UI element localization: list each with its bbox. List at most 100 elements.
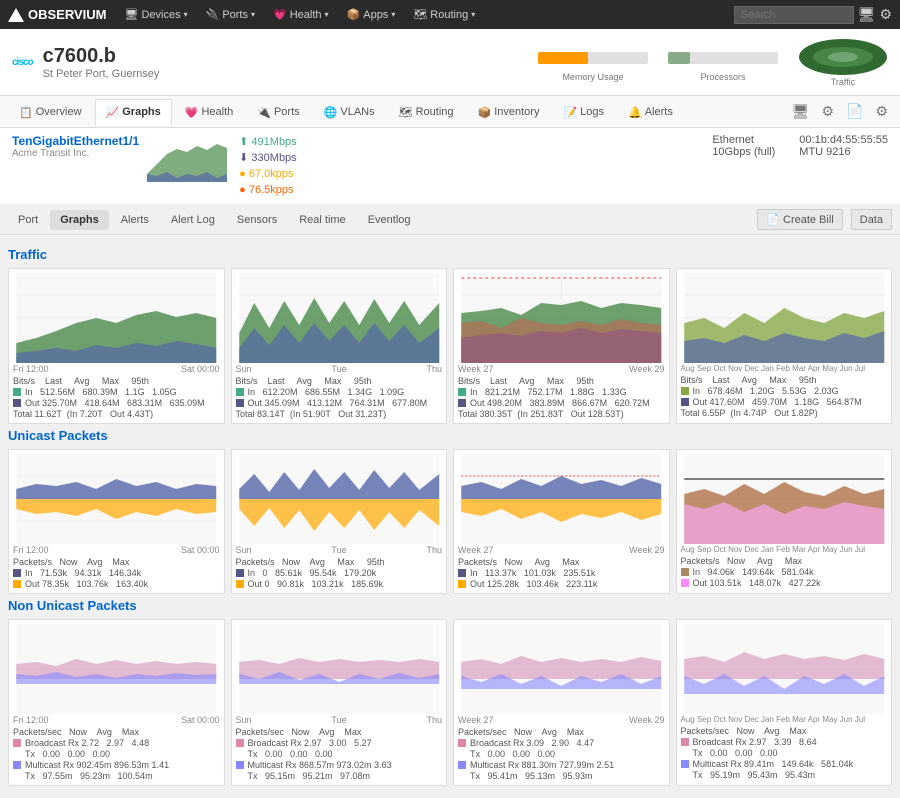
nonunicast-graph-1w — [236, 624, 443, 714]
traffic-graph-1mo — [458, 273, 665, 363]
apps-icon: 📦 — [347, 8, 361, 21]
unicast-chart-1y: Aug Sep Oct Nov Dec Jan Feb Mar Apr May … — [676, 449, 893, 594]
device-metrics: Memory Usage Processors Traffic — [538, 37, 888, 87]
create-bill-button[interactable]: 📄 Create Bill — [757, 209, 843, 230]
traffic-chart-1w: Sun Tue Thu Bits/s Last Avg Max 95th In … — [231, 268, 448, 424]
tab-alerts[interactable]: Alerts — [111, 210, 159, 230]
device-name: c7600.b — [43, 45, 160, 68]
cisco-logo-text: cisco — [12, 57, 33, 68]
nonunicast-chart-1y: Aug Sep Oct Nov Dec Jan Feb Mar Apr May … — [676, 619, 893, 786]
health-nav-icon: 💗 — [185, 106, 199, 119]
traffic-stats-1w: Bits/s Last Avg Max 95th In 612.20M 686.… — [236, 376, 443, 419]
processor-widget: Processors — [668, 42, 778, 82]
port-tabs: Port Graphs Alerts Alert Log Sensors Rea… — [0, 205, 900, 235]
tab-sensors[interactable]: Sensors — [227, 210, 287, 230]
speed-out: ⬇ 330Mbps — [239, 150, 297, 166]
tab-port[interactable]: Port — [8, 210, 48, 230]
subnav-ports[interactable]: 🔌 Ports — [246, 99, 310, 125]
tab-eventlog[interactable]: Eventlog — [358, 210, 421, 230]
devices-icon: 🖥 — [125, 8, 139, 21]
nav-devices[interactable]: 🖥 Devices ▾ — [117, 4, 196, 25]
port-info: TenGigabitEthernet1/1 Acme Transit Inc. — [12, 134, 139, 159]
subnav-icon3[interactable]: 📄 — [842, 101, 867, 122]
subnav-alerts[interactable]: 🔔 Alerts — [617, 99, 684, 125]
subnav-health[interactable]: 💗 Health — [174, 99, 245, 125]
traffic-graph-1y — [681, 273, 888, 363]
tab-realtime[interactable]: Real time — [289, 210, 355, 230]
nonunicast-chart-1w: SunTueThu Packets/sec Now Avg Max Broadc… — [231, 619, 448, 786]
subnav-icon4[interactable]: ⚙ — [871, 101, 892, 122]
traffic-stats-1y: Bits/s Last Avg Max 95th In 678.46M 1.20… — [681, 375, 888, 418]
subnav-logs[interactable]: 📝 Logs — [552, 99, 615, 125]
nav-health[interactable]: 💗 Health ▾ — [265, 4, 337, 25]
traffic-mini-graph — [798, 37, 888, 77]
subnav-icon1[interactable]: 🖥 — [788, 101, 814, 122]
port-header: TenGigabitEthernet1/1 Acme Transit Inc. … — [0, 128, 900, 205]
port-details: Ethernet 10Gbps (full) 00:1b:d4:55:55:55… — [712, 134, 888, 158]
speed-err1: ● 67.0kpps — [239, 166, 297, 182]
processor-label: Processors — [668, 72, 778, 82]
alerts-icon: 🔔 — [628, 106, 642, 119]
subnav-routing[interactable]: 🗺 Routing — [388, 99, 465, 125]
unicast-charts-row: Fri 12:00 Sat 00:00 Packets/s Now Avg Ma… — [8, 449, 892, 594]
search-input[interactable] — [734, 6, 854, 24]
vlans-icon: 🌐 — [324, 106, 338, 119]
port-speeds: ⬆ 491Mbps ⬇ 330Mbps ● 67.0kpps ● 76.5kpp… — [239, 134, 297, 198]
nonunicast-section-title: Non Unicast Packets — [8, 598, 892, 613]
inventory-icon: 📦 — [478, 106, 492, 119]
nav-ports[interactable]: 🔌 Ports ▾ — [198, 4, 263, 25]
logs-icon: 📝 — [563, 106, 577, 119]
tab-graphs[interactable]: Graphs — [50, 210, 109, 230]
traffic-chart-2d: Fri 12:00 Sat 00:00 Bits/s Last Avg Max … — [8, 268, 225, 424]
chart-time-1w: Sun Tue Thu — [236, 364, 443, 374]
memory-graph — [538, 42, 648, 72]
traffic-charts-row: Fri 12:00 Sat 00:00 Bits/s Last Avg Max … — [8, 268, 892, 424]
overview-icon: 📋 — [19, 106, 33, 119]
nonunicast-graph-2d — [13, 624, 220, 714]
unicast-graph-1y — [681, 454, 888, 544]
nonunicast-chart-2d: Fri 12:00Sat 00:00 Packets/sec Now Avg M… — [8, 619, 225, 786]
traffic-section-title: Traffic — [8, 247, 892, 262]
traffic-stats-1mo: Bits/s Last Avg Max 95th In 821.21M 752.… — [458, 376, 665, 419]
traffic-graph-1w — [236, 273, 443, 363]
unicast-chart-2d: Fri 12:00 Sat 00:00 Packets/s Now Avg Ma… — [8, 449, 225, 594]
chevron-down-icon: ▾ — [391, 10, 395, 19]
cisco-logo: cisco — [12, 57, 33, 68]
chevron-down-icon: ▾ — [471, 10, 475, 19]
memory-label: Memory Usage — [538, 72, 648, 82]
unicast-chart-1mo: Week 27Week 29 Packets/s Now Avg Max In … — [453, 449, 670, 594]
port-name: TenGigabitEthernet1/1 — [12, 134, 139, 148]
speed-in: ⬆ 491Mbps — [239, 134, 297, 150]
unicast-graph-1w — [236, 454, 443, 544]
port-mac: 00:1b:d4:55:55:55 MTU 9216 — [799, 134, 888, 158]
nonunicast-graph-1y — [681, 624, 888, 714]
subnav-vlans[interactable]: 🌐 VLANs — [313, 99, 386, 125]
logo: OBSERVIUM — [8, 7, 107, 22]
nav-apps[interactable]: 📦 Apps ▾ — [339, 4, 404, 25]
subnav-inventory[interactable]: 📦 Inventory — [467, 99, 551, 125]
tab-alert-log[interactable]: Alert Log — [161, 210, 225, 230]
routing-icon: 🗺 — [413, 8, 427, 21]
data-button[interactable]: Data — [851, 209, 892, 230]
device-header: cisco c7600.b St Peter Port, Guernsey Me… — [0, 29, 900, 96]
health-icon: 💗 — [273, 8, 287, 21]
chevron-down-icon: ▾ — [325, 10, 329, 19]
traffic-label: Traffic — [798, 77, 888, 87]
traffic-chart-1y: Aug Sep Oct Nov Dec Jan Feb Mar Apr May … — [676, 268, 893, 424]
subnav-graphs[interactable]: 📈 Graphs — [95, 99, 172, 126]
settings-icon[interactable]: ⚙ — [879, 6, 892, 23]
memory-usage-widget: Memory Usage — [538, 42, 648, 82]
chart-time-1y: Aug Sep Oct Nov Dec Jan Feb Mar Apr May … — [681, 364, 888, 373]
sub-nav: 📋 Overview 📈 Graphs 💗 Health 🔌 Ports 🌐 V… — [0, 96, 900, 128]
port-mini-graph — [147, 134, 227, 182]
ports-icon: 🔌 — [206, 8, 220, 21]
nonunicast-chart-1mo: Week 27Week 29 Packets/sec Now Avg Max B… — [453, 619, 670, 786]
device-info: c7600.b St Peter Port, Guernsey — [43, 45, 160, 80]
nav-routing[interactable]: 🗺 Routing ▾ — [405, 4, 483, 25]
subnav-icon2[interactable]: ⚙ — [817, 101, 838, 122]
traffic-chart-1mo: Week 27 Week 29 Bits/s Last Avg Max 95th… — [453, 268, 670, 424]
monitor-icon[interactable]: 🖥 — [858, 6, 876, 23]
ports-nav-icon: 🔌 — [257, 106, 271, 119]
subnav-overview[interactable]: 📋 Overview — [8, 99, 93, 125]
port-vendor: Acme Transit Inc. — [12, 148, 139, 159]
